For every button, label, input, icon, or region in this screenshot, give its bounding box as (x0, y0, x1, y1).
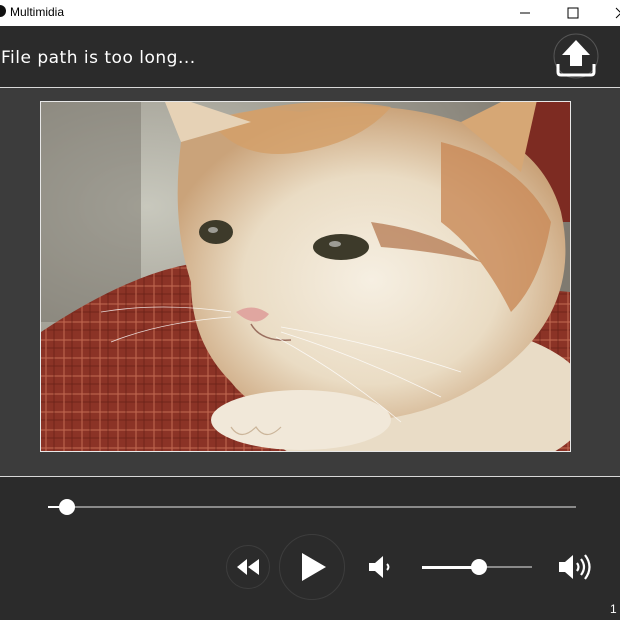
maximize-button[interactable] (550, 0, 596, 26)
rewind-button[interactable] (226, 545, 270, 589)
play-button[interactable] (279, 534, 345, 600)
controls-bar (0, 478, 620, 620)
corner-label: 1 (610, 602, 617, 616)
rewind-icon (237, 559, 259, 575)
mute-button[interactable] (366, 552, 396, 582)
volume-low-icon (369, 556, 390, 578)
volume-thumb[interactable] (471, 559, 488, 575)
upload-icon (553, 33, 599, 79)
header-bar: File path is too long... (0, 26, 620, 86)
window-title: Multimidia (10, 5, 65, 19)
close-icon (615, 7, 620, 19)
minimize-icon (520, 12, 530, 14)
close-button[interactable] (598, 0, 620, 26)
cat-image (41, 102, 570, 451)
app-icon (0, 5, 6, 17)
seek-thumb[interactable] (59, 499, 76, 515)
minimize-button[interactable] (502, 0, 548, 26)
max-volume-button[interactable] (556, 550, 594, 584)
video-divider (0, 476, 620, 477)
upload-button[interactable] (552, 32, 600, 80)
title-bar: Multimidia (0, 0, 620, 26)
volume-slider[interactable] (422, 559, 532, 575)
video-area (0, 88, 620, 476)
play-icon (302, 553, 326, 581)
video-frame[interactable] (40, 101, 571, 452)
volume-high-icon (559, 554, 591, 580)
maximize-icon (567, 7, 579, 19)
seek-slider[interactable] (48, 499, 576, 515)
file-path-label: File path is too long... (1, 48, 196, 68)
